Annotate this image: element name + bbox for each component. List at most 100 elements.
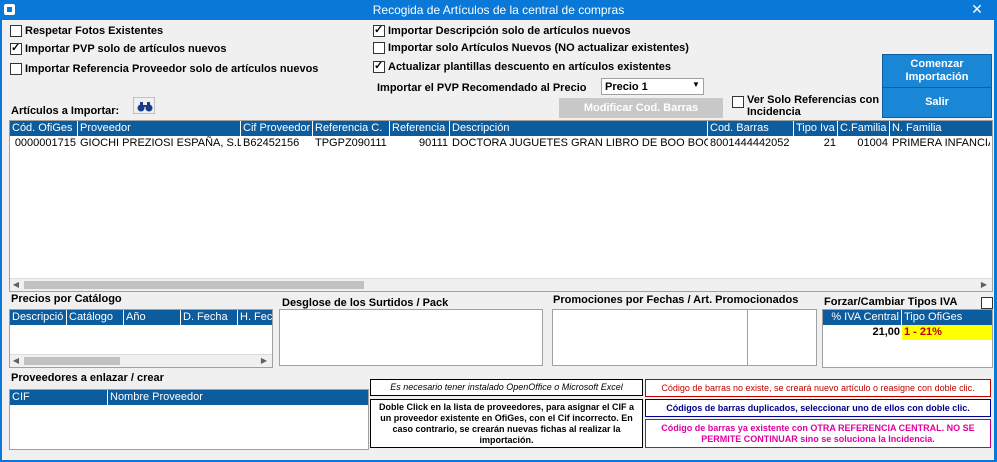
column-header[interactable]: % IVA Central [823,310,902,325]
articles-grid[interactable]: Cód. OfiGes Proveedor Cif Proveedor Refe… [9,120,993,292]
iva-grid-header: % IVA Central Tipo OfiGes [823,310,992,325]
column-header[interactable]: Cif Proveedor [241,121,313,136]
actualizar-plantillas-checkbox[interactable]: Actualizar plantillas descuento en artíc… [373,59,672,73]
articles-title: Artículos a Importar: [11,105,120,117]
column-header[interactable]: D. Fecha [181,310,238,325]
modificar-cod-barras-label: Modificar Cod. Barras [583,102,699,114]
column-header[interactable]: CIF [10,390,108,405]
iva-grid[interactable]: % IVA Central Tipo OfiGes 21,00 1 - 21% [822,309,993,368]
iva-title: Forzar/Cambiar Tipos IVA [824,296,958,308]
close-icon[interactable]: ✕ [966,1,988,18]
checkbox-box [732,96,744,108]
importar-pvp-nuevos-checkbox[interactable]: Importar PVP solo de artículos nuevos [10,41,227,55]
desglose-title: Desglose de los Surtidos / Pack [282,297,449,309]
binoculars-icon [137,102,153,112]
table-cell: TPGPZ090111 [315,137,387,149]
pvp-label: Importar el PVP Recomendado al Precio [377,82,587,94]
barcode-other-reference-note: Código de barras ya existente con OTRA R… [645,419,991,448]
checkbox-box [10,63,22,75]
barcode-duplicates-note: Códigos de barras duplicados, selecciona… [645,399,991,417]
title-bar: Recogida de Artículos de la central de c… [0,0,997,20]
window-title: Recogida de Artículos de la central de c… [372,3,625,17]
salir-label: Salir [925,96,949,108]
column-header[interactable]: N. Familia [890,121,990,136]
checkbox-label: Actualizar plantillas descuento en artíc… [388,61,672,73]
checkbox-label: Importar solo Artículos Nuevos (NO actua… [388,42,689,54]
checkbox-label: Importar PVP solo de artículos nuevos [25,43,227,55]
table-cell: 01004 [857,137,888,149]
chevron-down-icon: ▼ [692,80,700,89]
column-header[interactable]: Descripción [450,121,708,136]
comenzar-importacion-button[interactable]: Comenzar Importación [882,54,992,88]
table-cell: DOCTORA JUGUETES GRAN LIBRO DE BOO BOO [452,137,708,149]
table-cell: 21 [823,137,836,149]
column-header[interactable]: Descripció [10,310,67,325]
checkbox-box [373,23,385,37]
precio-select[interactable]: Precio 1 ▼ [601,78,704,95]
iva-checkbox[interactable] [981,297,996,309]
proveedores-grid-header: CIF Nombre Proveedor [10,390,368,405]
respetar-fotos-checkbox[interactable]: Respetar Fotos Existentes [10,25,163,37]
checkbox-label: Importar Referencia Proveedor solo de ar… [25,63,319,75]
checkbox-box [373,59,385,73]
precio-select-value: Precio 1 [605,81,648,93]
column-header[interactable]: C.Familia [838,121,890,136]
column-header[interactable]: Tipo Iva [794,121,838,136]
precios-title: Precios por Catálogo [11,293,122,305]
importar-solo-nuevos-checkbox[interactable]: Importar solo Artículos Nuevos (NO actua… [373,42,689,54]
proveedores-grid[interactable]: CIF Nombre Proveedor [9,389,369,450]
window-frame-left [0,20,2,462]
column-header[interactable]: Tipo OfiGes [902,310,992,325]
precios-grid-header: Descripció Catálogo Año D. Fecha H. Fech [10,310,272,325]
column-header[interactable]: Referencia [390,121,450,136]
articles-hscrollbar[interactable]: ◀ ▶ [10,278,992,291]
scroll-thumb[interactable] [24,281,364,289]
column-header[interactable]: Referencia C. [313,121,390,136]
checkbox-box [10,41,22,55]
salir-button[interactable]: Salir [882,87,992,118]
table-cell: GIOCHI PREZIOSI ESPAÑA, S.L. [80,137,241,149]
search-button[interactable] [133,97,155,114]
ver-incidencia-checkbox[interactable]: Ver Solo Referencias con Incidencia [732,94,882,118]
table-cell: 8001444442052 [710,137,790,149]
scroll-thumb[interactable] [24,357,120,365]
proveedores-title: Proveedores a enlazar / crear [11,372,164,384]
table-cell: 90111 [419,137,448,149]
scroll-left-icon[interactable]: ◀ [10,355,22,367]
importar-descripcion-checkbox[interactable]: Importar Descripción solo de artículos n… [373,23,631,37]
promocionados-panel[interactable] [747,309,817,366]
column-header[interactable]: Proveedor [78,121,241,136]
table-row[interactable]: 21,00 1 - 21% [823,325,992,340]
table-cell: B62452156 [243,137,300,149]
checkbox-box [10,25,22,37]
column-header[interactable]: Cod. Barras [708,121,794,136]
checkbox-box [373,42,385,54]
column-header[interactable]: Nombre Proveedor [108,390,368,405]
scroll-right-icon[interactable]: ▶ [258,355,270,367]
importar-ref-proveedor-checkbox[interactable]: Importar Referencia Proveedor solo de ar… [10,63,318,75]
column-header[interactable]: Año [124,310,181,325]
checkbox-label: Respetar Fotos Existentes [25,25,164,37]
table-cell: 21,00 [872,326,900,338]
table-row[interactable]: 0000001715 GIOCHI PREZIOSI ESPAÑA, S.L. … [10,136,992,151]
barcode-not-exists-note: Código de barras no existe, se creará nu… [645,379,991,397]
precios-hscrollbar[interactable]: ◀ ▶ [10,354,272,367]
promociones-title: Promociones por Fechas / Art. Promociona… [553,294,799,306]
articles-grid-header: Cód. OfiGes Proveedor Cif Proveedor Refe… [10,121,992,136]
scroll-right-icon[interactable]: ▶ [978,279,990,291]
openoffice-note: Es necesario tener instalado OpenOffice … [370,379,643,396]
table-cell: 0000001715 [14,137,76,149]
precios-grid[interactable]: Descripció Catálogo Año D. Fecha H. Fech… [9,309,273,368]
scroll-left-icon[interactable]: ◀ [10,279,22,291]
modificar-cod-barras-button[interactable]: Modificar Cod. Barras [559,98,723,118]
table-cell: 1 - 21% [902,325,992,340]
checkbox-label: Ver Solo Referencias con Incidencia [747,94,880,118]
column-header[interactable]: Cód. OfiGes [10,121,78,136]
checkbox-label: Importar Descripción solo de artículos n… [388,25,631,37]
promociones-panel[interactable] [552,309,748,366]
desglose-panel[interactable] [279,309,543,366]
column-header[interactable]: H. Fech [238,310,272,325]
doble-click-note: Doble Click en la lista de proveedores, … [370,399,643,448]
table-cell: PRIMERA INFANCIA (0- [892,137,990,149]
column-header[interactable]: Catálogo [67,310,124,325]
